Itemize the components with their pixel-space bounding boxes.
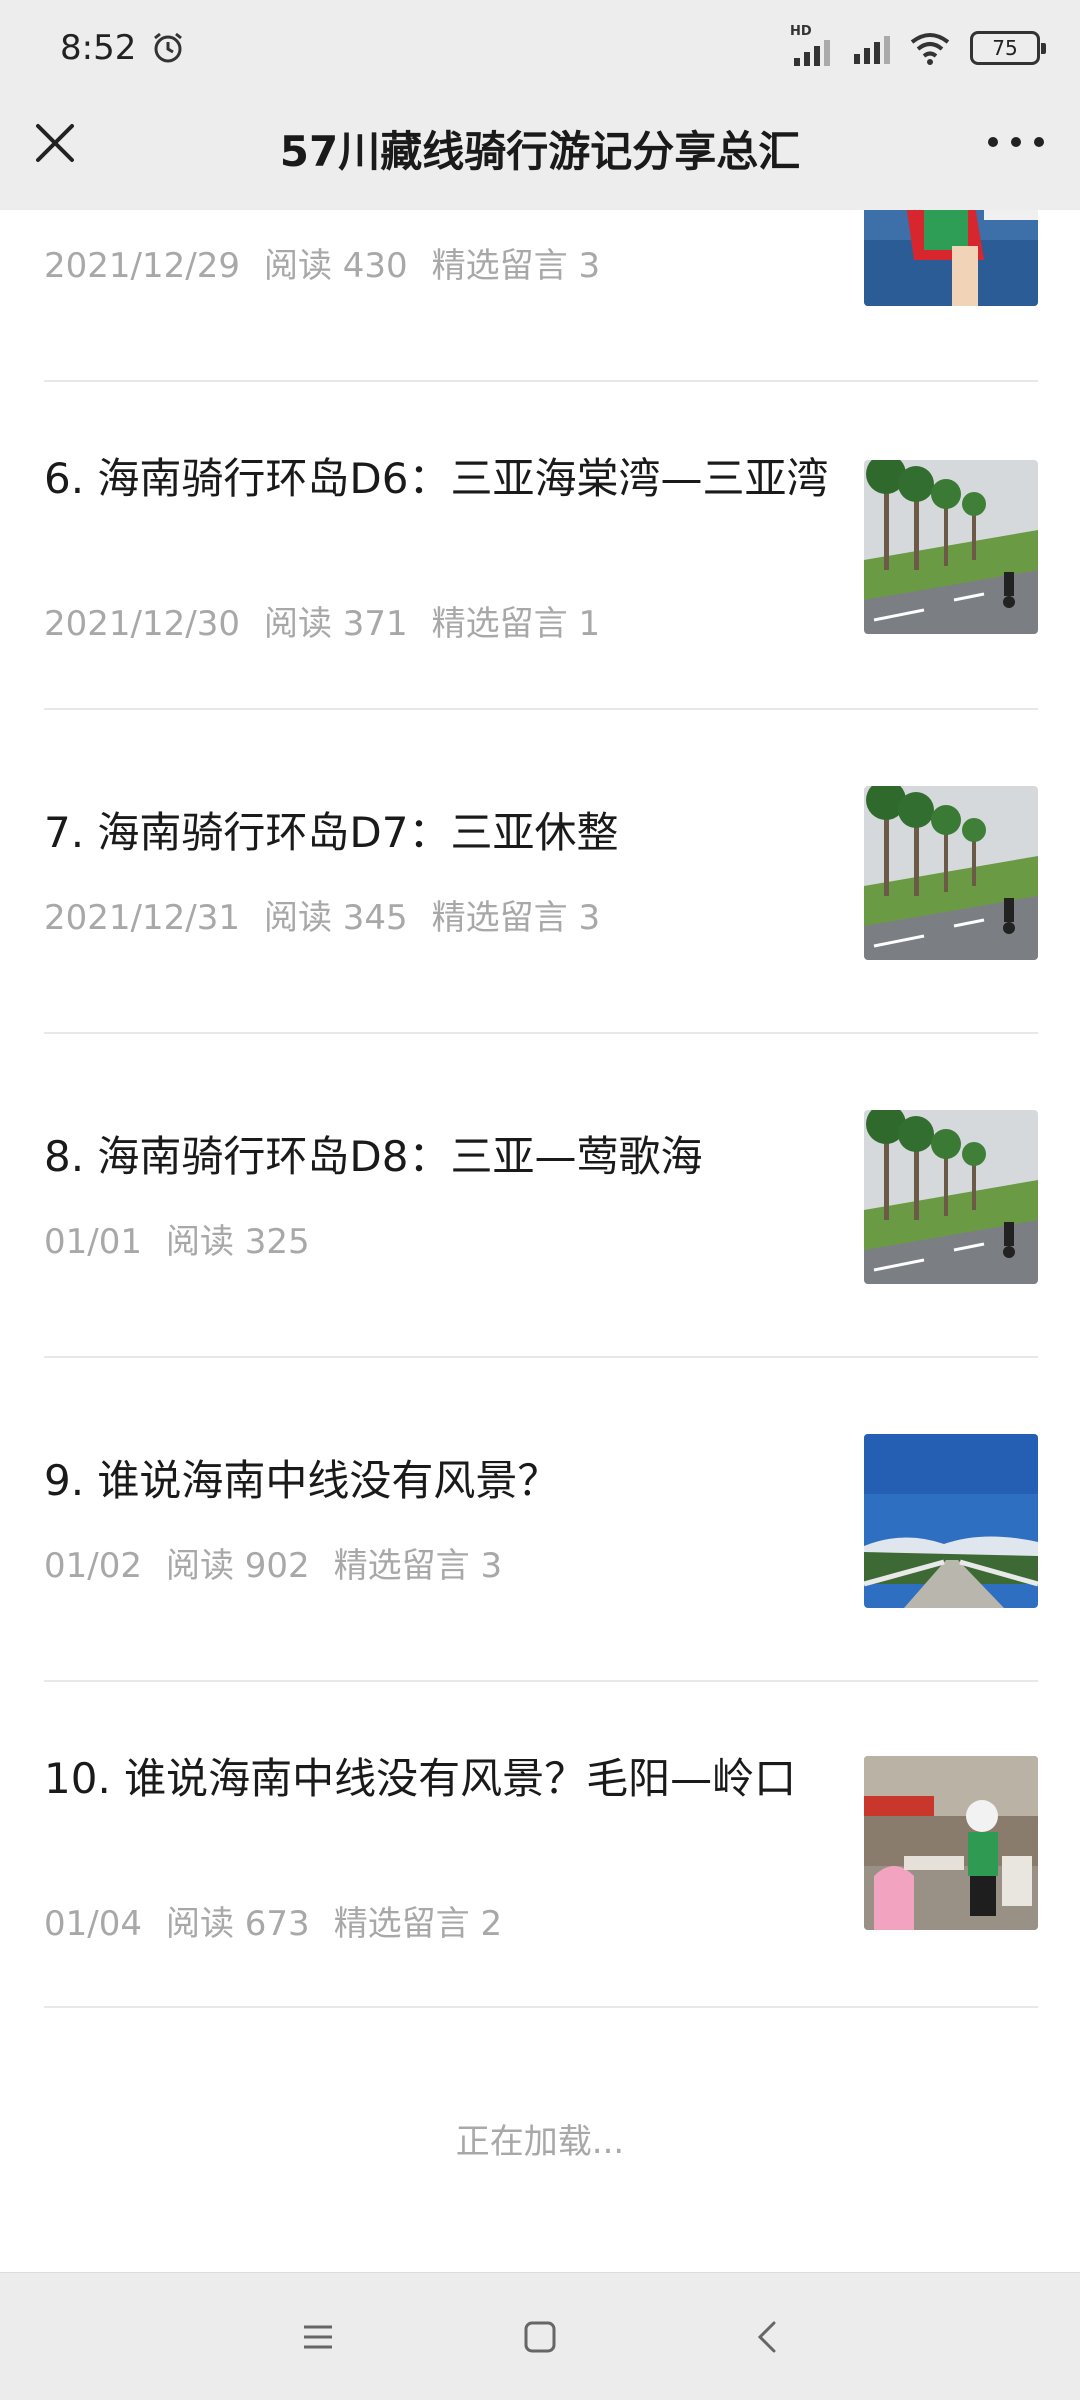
system-navigation-bar [0, 2272, 1080, 2400]
article-date: 01/04 [44, 1904, 142, 1944]
article-thumbnail [864, 1110, 1038, 1284]
article-title: 6. 海南骑行环岛D6：三亚海棠湾—三亚湾 [44, 454, 829, 503]
list-item[interactable]: 8. 海南骑行环岛D8：三亚—莺歌海 01/01 阅读 325 [44, 1034, 1038, 1358]
menu-icon[interactable] [294, 2313, 342, 2361]
battery-icon: 75 [970, 31, 1046, 65]
article-meta: 01/04 阅读 673 精选留言 2 [44, 1896, 526, 1945]
article-thumbnail [864, 786, 1038, 960]
article-title: 10. 谁说海南中线没有风景？毛阳—岭口 [44, 1754, 797, 1803]
article-thumbnail [864, 460, 1038, 634]
article-meta: 01/02 阅读 902 精选留言 3 [44, 1538, 526, 1587]
hd-signal-icon: HD [790, 24, 836, 66]
article-reads: 阅读 902 [165, 1546, 310, 1586]
article-title: 9. 谁说海南中线没有风景？ [44, 1456, 560, 1505]
list-item[interactable]: 7. 海南骑行环岛D7：三亚休整 2021/12/31 阅读 345 精选留言 3 [44, 710, 1038, 1034]
article-meta: 01/01 阅读 325 [44, 1214, 358, 1263]
article-thumbnail [864, 1434, 1038, 1608]
article-reads: 阅读 430 [263, 246, 408, 286]
article-reads: 阅读 325 [165, 1222, 310, 1262]
article-title: 7. 海南骑行环岛D7：三亚休整 [44, 808, 619, 857]
more-icon[interactable] [988, 132, 1044, 152]
list-item[interactable]: 6. 海南骑行环岛D6：三亚海棠湾—三亚湾 2021/12/30 阅读 371 精选… [44, 382, 1038, 710]
article-reads: 阅读 345 [263, 898, 408, 938]
wifi-icon [910, 33, 950, 65]
navigation-bar: 57川藏线骑行游记分享总汇 [0, 96, 1080, 210]
article-date: 01/02 [44, 1546, 142, 1586]
article-date: 2021/12/29 [44, 246, 240, 286]
signal-icon [854, 32, 890, 64]
list-item[interactable]: 9. 谁说海南中线没有风景？ 01/02 阅读 902 精选留言 3 [44, 1358, 1038, 1682]
article-comments: 精选留言 1 [431, 604, 601, 644]
page-title: 57川藏线骑行游记分享总汇 [279, 127, 801, 176]
status-bar: 8:52 HD 75 [0, 0, 1080, 96]
back-icon[interactable] [744, 2313, 792, 2361]
article-thumbnail [864, 1756, 1038, 1930]
article-meta: 2021/12/30 阅读 371 精选留言 1 [44, 596, 624, 645]
article-reads: 阅读 673 [165, 1904, 310, 1944]
loading-indicator: 正在加载... [455, 2122, 625, 2162]
article-comments: 精选留言 3 [431, 898, 601, 938]
article-date: 2021/12/30 [44, 604, 240, 644]
article-reads: 阅读 371 [263, 604, 408, 644]
home-icon[interactable] [516, 2313, 564, 2361]
article-date: 2021/12/31 [44, 898, 240, 938]
alarm-icon [154, 32, 182, 63]
article-comments: 精选留言 3 [333, 1546, 503, 1586]
app-header: 8:52 HD 75 57川藏线骑行游记分享总汇 [0, 0, 1080, 210]
status-time: 8:52 [60, 28, 137, 68]
list-item[interactable]: 10. 谁说海南中线没有风景？毛阳—岭口 01/04 阅读 673 精选留言 2 [44, 1682, 1038, 2008]
article-comments: 精选留言 3 [431, 246, 601, 286]
article-meta: 2021/12/31 阅读 345 精选留言 3 [44, 890, 624, 939]
status-icons: HD 75 [790, 24, 1046, 68]
article-title: 8. 海南骑行环岛D8：三亚—莺歌海 [44, 1132, 703, 1181]
article-comments: 精选留言 2 [333, 1904, 503, 1944]
article-meta: 2021/12/29 阅读 430 精选留言 3 [44, 238, 624, 287]
article-date: 01/01 [44, 1222, 142, 1262]
